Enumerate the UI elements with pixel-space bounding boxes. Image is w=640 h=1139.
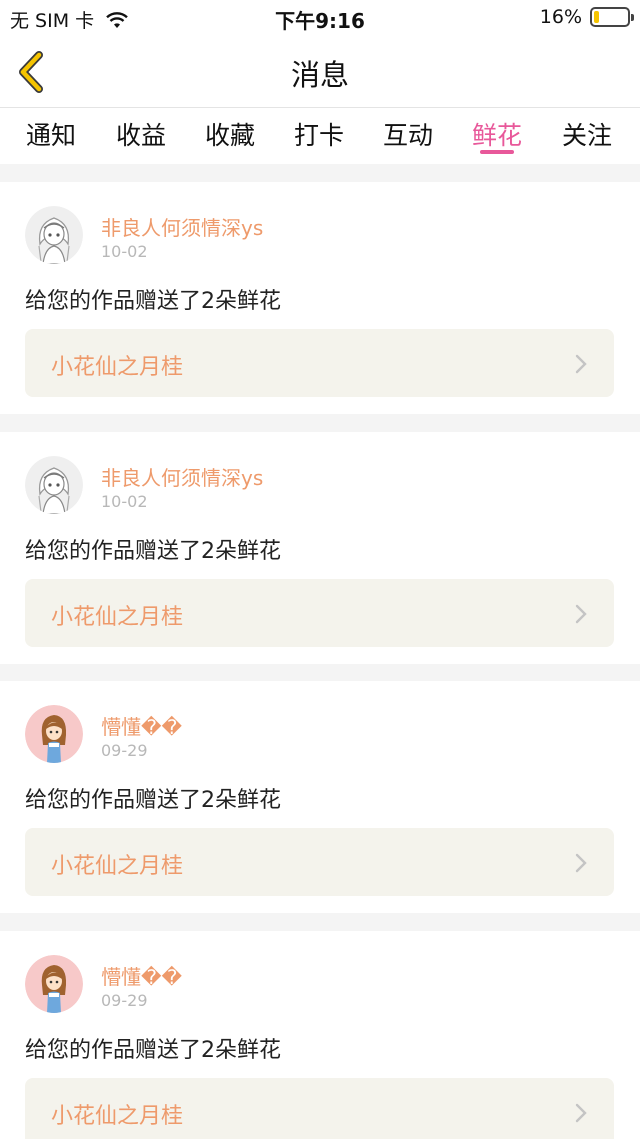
message-text: 给您的作品赠送了2朵鲜花: [25, 788, 281, 813]
message-category-tabs: 通知 收益 收藏 打卡 互动 鲜花 关注: [0, 108, 640, 164]
tab-interactions[interactable]: 互动: [373, 116, 443, 152]
tab-earnings[interactable]: 收益: [106, 116, 176, 152]
sketch-girl-avatar-icon: [25, 456, 83, 514]
message-text: 给您的作品赠送了2朵鲜花: [25, 289, 281, 314]
message-date: 10-02: [101, 492, 148, 511]
message-item: 非良人何须情深ys 10-02 给您的作品赠送了2朵鲜花 小花仙之月桂: [0, 432, 640, 664]
message-text: 给您的作品赠送了2朵鲜花: [25, 539, 281, 564]
message-item: 懵懂�� 09-29 给您的作品赠送了2朵鲜花 小花仙之月桂: [0, 931, 640, 1139]
message-item: 非良人何须情深ys 10-02 给您的作品赠送了2朵鲜花 小花仙之月桂: [0, 182, 640, 414]
page-title: 消息: [290, 58, 349, 92]
battery-icon: [590, 7, 634, 27]
chevron-right-icon: [575, 1103, 587, 1123]
chevron-left-icon: [19, 51, 43, 93]
avatar[interactable]: [25, 206, 83, 264]
navigation-bar: 消息: [0, 36, 640, 108]
sender-name[interactable]: 懵懂��: [101, 711, 182, 740]
battery-percent: 16%: [539, 6, 582, 28]
cartoon-girl-avatar-icon: [25, 705, 83, 763]
sender-name[interactable]: 非良人何须情深ys: [101, 462, 263, 491]
message-item: 懵懂�� 09-29 给您的作品赠送了2朵鲜花 小花仙之月桂: [0, 681, 640, 913]
sender-name[interactable]: 懵懂��: [101, 961, 182, 990]
status-bar: 无 SIM 卡 下午9:16 16%: [0, 0, 640, 36]
message-date: 09-29: [101, 741, 148, 760]
sender-name[interactable]: 非良人何须情深ys: [101, 212, 263, 241]
work-title: 小花仙之月桂: [51, 605, 184, 630]
tab-favorites[interactable]: 收藏: [195, 116, 265, 152]
avatar[interactable]: [25, 955, 83, 1013]
work-link-card[interactable]: 小花仙之月桂: [25, 828, 614, 896]
tab-checkin[interactable]: 打卡: [284, 116, 354, 152]
tab-flowers[interactable]: 鲜花: [462, 116, 532, 152]
cartoon-girl-avatar-icon: [25, 955, 83, 1013]
back-button[interactable]: [14, 50, 54, 94]
chevron-right-icon: [575, 604, 587, 624]
chevron-right-icon: [575, 354, 587, 374]
tab-notifications[interactable]: 通知: [16, 116, 86, 152]
message-date: 10-02: [101, 242, 148, 261]
work-title: 小花仙之月桂: [51, 854, 184, 879]
chevron-right-icon: [575, 853, 587, 873]
avatar[interactable]: [25, 705, 83, 763]
work-link-card[interactable]: 小花仙之月桂: [25, 1078, 614, 1139]
avatar[interactable]: [25, 456, 83, 514]
work-title: 小花仙之月桂: [51, 1104, 184, 1129]
battery-status: 16%: [539, 6, 634, 28]
battery-level-fill: [594, 11, 599, 23]
work-link-card[interactable]: 小花仙之月桂: [25, 579, 614, 647]
message-text: 给您的作品赠送了2朵鲜花: [25, 1038, 281, 1063]
sketch-girl-avatar-icon: [25, 206, 83, 264]
work-title: 小花仙之月桂: [51, 355, 184, 380]
message-date: 09-29: [101, 991, 148, 1010]
work-link-card[interactable]: 小花仙之月桂: [25, 329, 614, 397]
tab-following[interactable]: 关注: [552, 116, 622, 152]
active-tab-indicator: [480, 150, 514, 154]
